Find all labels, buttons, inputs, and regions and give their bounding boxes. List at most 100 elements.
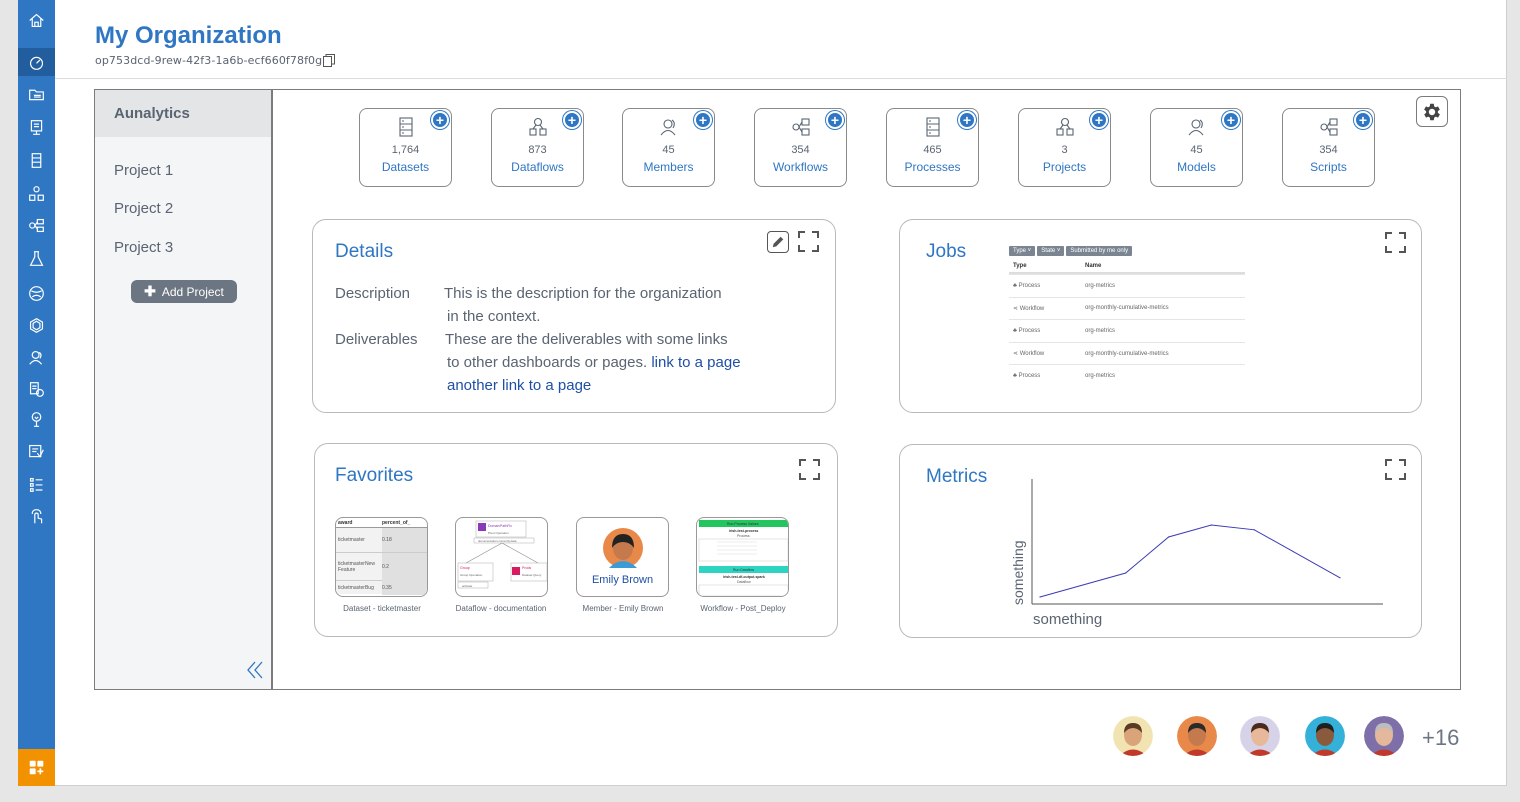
stat-label[interactable]: Models [1151,160,1242,174]
page-link-2[interactable]: another link to a page [447,377,591,394]
plus-icon: ✚ [144,283,156,299]
job-name: org-metrics [1085,282,1116,289]
team-member-avatar[interactable] [1113,716,1153,756]
deliverables-text-2: to other dashboards or pages. [447,354,648,371]
svg-text:Dataset Query: Dataset Query [522,573,542,577]
stat-tile-members[interactable]: 45 Members + [622,108,715,187]
type-filter[interactable]: Type ˅ [1009,246,1036,256]
team-member-avatar[interactable] [1240,716,1280,756]
job-type: ⋖ Workflow [1013,351,1045,358]
column-header-type: Type [1013,263,1027,269]
more-members-count[interactable]: +16 [1422,725,1459,751]
y-axis-label: something [1010,540,1026,605]
favorite-workflow[interactable]: Run Process Values irish-test-process Pr… [696,517,789,597]
stat-label[interactable]: Workflows [755,160,846,174]
table-row[interactable]: ♣ Process org-metrics [1009,319,1245,342]
svg-text:irish-test-process: irish-test-process [729,529,758,533]
globe-icon[interactable] [18,279,55,307]
dashboard-icon[interactable] [18,48,55,76]
jobs-card: Jobs Type ˅ State ˅ Submitted by me only… [899,219,1422,413]
settings-button[interactable] [1416,96,1448,127]
members-icon [1188,119,1204,136]
column-header-name: Name [1085,263,1102,269]
gear-icon [1424,103,1440,120]
add-dataflow-button[interactable]: + [563,111,581,129]
stat-label[interactable]: Dataflows [492,160,583,174]
collapse-sidebar-icon[interactable] [247,661,263,679]
add-project-tile-button[interactable]: + [1090,111,1108,129]
svg-text:Run Dataflow: Run Dataflow [733,568,754,572]
touch-icon[interactable] [18,502,55,530]
datasets-icon [399,117,413,137]
apps-add-icon[interactable] [18,749,55,786]
expand-icon[interactable] [799,459,820,480]
hexagon-icon[interactable] [18,311,55,339]
member-name: Emily Brown [591,574,654,586]
series-line [1039,524,1341,598]
stat-label[interactable]: Processes [887,160,978,174]
data-point [1210,524,1212,526]
add-dataset-button[interactable]: + [431,111,449,129]
stat-tile-workflows[interactable]: 354 Workflows + [754,108,847,187]
edit-button[interactable] [767,231,789,253]
table-header: Type Name [1009,260,1245,274]
workflow-icon [792,118,810,136]
stat-tile-projects[interactable]: 3 Projects + [1018,108,1111,187]
favorites-card: Favorites award percent_of_ ticketmaster… [314,443,838,637]
table-row[interactable]: ♣ Process org-metrics [1009,364,1245,387]
dashboard-frame: Aunalytics Project 1 Project 2 Project 3… [94,89,1461,690]
state-filter[interactable]: State ˅ [1037,246,1065,256]
dataflow-icon[interactable] [18,179,55,207]
stat-label[interactable]: Scripts [1283,160,1374,174]
page-link-1[interactable]: link to a page [651,354,740,371]
stat-tile-scripts[interactable]: 354 Scripts + [1282,108,1375,187]
process-icon[interactable] [18,375,55,403]
table-row[interactable]: ♣ Process org-metrics [1009,274,1245,297]
x-axis-label: something [1033,611,1103,628]
add-member-button[interactable]: + [694,111,712,129]
favorite-member[interactable]: Emily Brown [576,517,669,597]
stat-label[interactable]: Projects [1019,160,1110,174]
table-row[interactable]: ⋖ Workflow org-monthly-cumulative-metric… [1009,296,1245,320]
sidebar-item-project-2[interactable]: Project 2 [114,200,173,217]
sidebar-item-project-3[interactable]: Project 3 [114,239,173,256]
stat-count: 1,764 [391,144,420,156]
add-process-button[interactable]: + [958,111,976,129]
add-project-button[interactable]: ✚ Add Project [131,280,237,303]
folder-icon[interactable] [18,80,55,108]
page-title: My Organization [95,22,282,49]
favorite-dataset[interactable]: award percent_of_ ticketmaster 0.18 tick… [335,517,428,597]
copy-icon[interactable] [323,54,335,67]
stat-tile-datasets[interactable]: 1,764 Datasets + [359,108,452,187]
team-member-avatar[interactable] [1177,716,1217,756]
job-type: ♣ Process [1013,282,1041,289]
stat-tile-models[interactable]: 45 Models + [1150,108,1243,187]
datasets-icon[interactable] [18,146,55,174]
team-member-avatar[interactable] [1364,716,1404,756]
home-icon[interactable] [18,6,55,34]
add-model-button[interactable]: + [1222,111,1240,129]
add-workflow-button[interactable]: + [826,111,844,129]
tree-icon[interactable] [18,405,55,433]
favorite-dataflow[interactable]: DomainPathFix Pivot Operation documentat… [455,517,548,597]
table-row[interactable]: ⋖ Workflow org-monthly-cumulative-metric… [1009,341,1245,365]
jobs-title: Jobs [926,241,967,262]
add-script-button[interactable]: + [1354,111,1372,129]
workflow-icon[interactable] [18,211,55,239]
dataflow-icon [529,117,547,136]
shield-icon[interactable] [18,437,55,465]
sidebar-item-project-1[interactable]: Project 1 [114,162,173,179]
expand-icon[interactable] [1385,232,1406,253]
stat-label[interactable]: Datasets [360,160,451,174]
team-member-avatar[interactable] [1305,716,1345,756]
members-icon[interactable] [18,343,55,371]
expand-icon[interactable] [798,231,819,252]
submitted-by-me-filter[interactable]: Submitted by me only [1066,246,1133,256]
svg-text:Pivot Operation: Pivot Operation [488,531,509,535]
stat-tile-processes[interactable]: 465 Processes + [886,108,979,187]
lab-icon[interactable] [18,244,55,272]
stat-label[interactable]: Members [623,160,714,174]
list-icon[interactable] [18,470,55,498]
stat-tile-dataflows[interactable]: 873 Dataflows + [491,108,584,187]
monitor-icon[interactable] [18,113,55,141]
